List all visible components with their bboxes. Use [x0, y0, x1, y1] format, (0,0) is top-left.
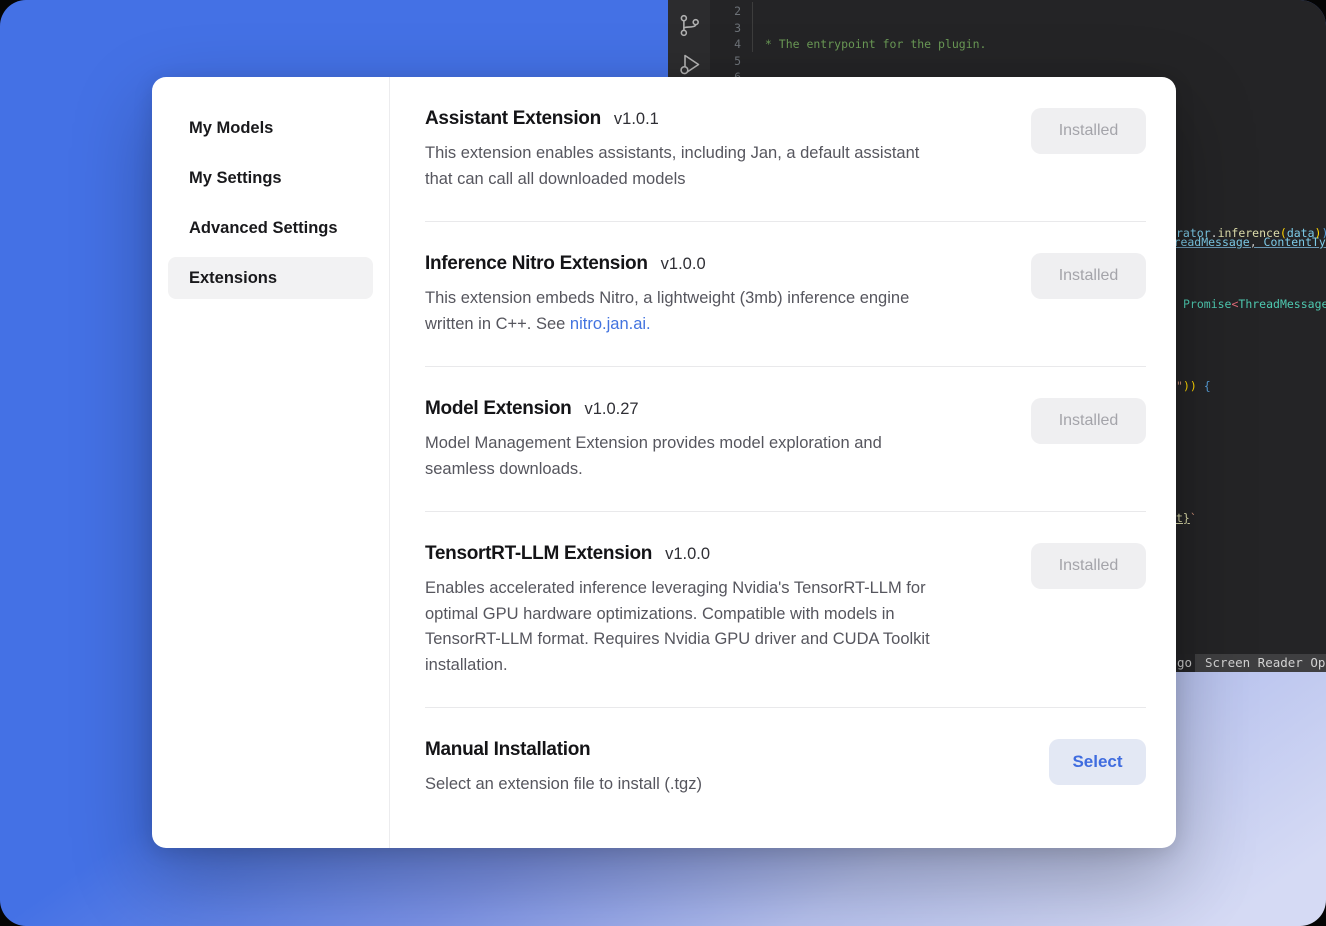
code-snippet: ")) { [1176, 378, 1211, 394]
sidebar-item-advanced-settings[interactable]: Advanced Settings [168, 207, 373, 249]
sidebar-item-my-settings[interactable]: My Settings [168, 157, 373, 199]
code-line: * The entrypoint for the plugin. [758, 36, 1326, 53]
manual-installation-row: Manual Installation Select an extension … [425, 708, 1146, 827]
select-file-button[interactable]: Select [1049, 739, 1146, 785]
extension-version: v1.0.27 [584, 400, 638, 419]
extension-version: v1.0.0 [665, 545, 710, 564]
extensions-list: Assistant Extension v1.0.1 This extensio… [391, 77, 1176, 848]
installed-button[interactable]: Installed [1031, 543, 1146, 589]
line-number-gutter: 2 3 4 5 6 [710, 3, 744, 86]
settings-sidebar: My Models My Settings Advanced Settings … [152, 77, 390, 848]
desktop-wallpaper: 2 3 4 5 6 * The entrypoint for the plugi… [0, 0, 1326, 926]
line-number: 3 [710, 20, 741, 37]
source-control-icon [676, 12, 703, 39]
extension-row-inference-nitro: Inference Nitro Extension v1.0.0 This ex… [425, 222, 1146, 367]
settings-modal: My Models My Settings Advanced Settings … [152, 77, 1176, 848]
extension-description: This extension enables assistants, inclu… [425, 141, 919, 192]
extension-name: Inference Nitro Extension [425, 253, 648, 275]
run-debug-icon [676, 51, 703, 78]
sidebar-item-label: My Settings [189, 169, 282, 188]
extension-description: Select an extension file to install (.tg… [425, 772, 702, 798]
sidebar-item-extensions[interactable]: Extensions [168, 257, 373, 299]
installed-button[interactable]: Installed [1031, 108, 1146, 154]
code-snippet: t}` [1176, 510, 1197, 526]
extension-name: TensortRT-LLM Extension [425, 543, 652, 565]
installed-button[interactable]: Installed [1031, 253, 1146, 299]
sidebar-item-label: Extensions [189, 269, 277, 288]
extension-version: v1.0.1 [614, 110, 659, 129]
code-snippet: rator.inference(data)); [1176, 225, 1326, 241]
extension-name: Manual Installation [425, 739, 590, 761]
sidebar-item-my-models[interactable]: My Models [168, 107, 373, 149]
status-bar-text: go [1177, 654, 1192, 672]
nitro-jan-ai-link[interactable]: nitro.jan.ai. [570, 315, 651, 333]
sidebar-item-label: Advanced Settings [189, 219, 338, 238]
extension-row-model: Model Extension v1.0.27 Model Management… [425, 367, 1146, 512]
extension-name: Assistant Extension [425, 108, 601, 130]
extension-row-tensorrt-llm: TensortRT-LLM Extension v1.0.0 Enables a… [425, 512, 1146, 708]
code-snippet: Promise<ThreadMessage> [1183, 296, 1326, 312]
extension-description: This extension embeds Nitro, a lightweig… [425, 286, 909, 337]
extension-row-assistant: Assistant Extension v1.0.1 This extensio… [425, 77, 1146, 222]
line-number: 2 [710, 3, 741, 20]
indent-guide [752, 2, 753, 52]
sidebar-item-label: My Models [189, 119, 273, 138]
extension-name: Model Extension [425, 398, 571, 420]
extension-description: Model Management Extension provides mode… [425, 431, 882, 482]
extension-version: v1.0.0 [661, 255, 706, 274]
line-number: 4 [710, 36, 741, 53]
screen-reader-optimize-notice: Screen Reader Optimize [1195, 654, 1326, 672]
installed-button[interactable]: Installed [1031, 398, 1146, 444]
extension-description: Enables accelerated inference leveraging… [425, 576, 930, 678]
line-number: 5 [710, 53, 741, 70]
